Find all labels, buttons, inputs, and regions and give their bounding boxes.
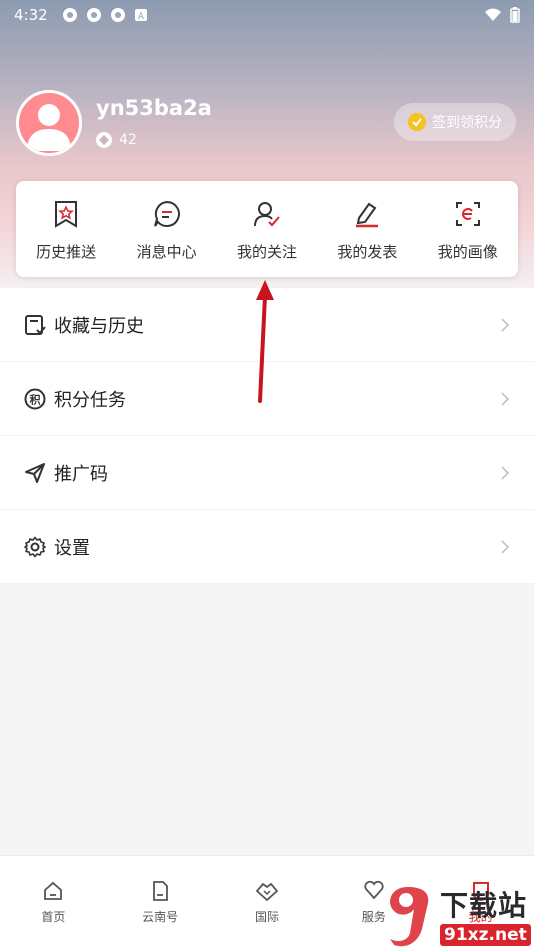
app-notification-icon [86, 8, 101, 22]
default-avatar-icon [27, 104, 71, 151]
nav-yunnan-hao[interactable]: 云南号 [120, 880, 200, 925]
keyboard-notification-icon: A [134, 9, 147, 22]
profile-scan-icon [454, 197, 482, 231]
menu-item-label: 积分任务 [54, 389, 126, 411]
menu-item-settings[interactable]: 设置 [0, 510, 534, 584]
signin-label: 签到领积分 [432, 115, 502, 131]
points-value: 42 [119, 132, 137, 148]
site-watermark: 下载站 91xz.net [380, 880, 534, 950]
gear-icon [24, 536, 46, 558]
nav-international[interactable]: 国际 [227, 880, 307, 925]
menu-item-label: 收藏与历史 [54, 315, 144, 337]
quick-action-message-center[interactable]: 消息中心 [121, 197, 213, 262]
app-notification-icon [62, 8, 77, 22]
menu-item-promo-code[interactable]: 推广码 [0, 436, 534, 510]
quick-actions-card: 历史推送 消息中心 我的关注 我的发表 我的画像 [16, 181, 518, 277]
bookmark-star-icon [53, 197, 79, 231]
quick-action-my-posts[interactable]: 我的发表 [321, 197, 413, 262]
quick-action-history-push[interactable]: 历史推送 [20, 197, 112, 262]
watermark-logo-text: 下载站 [440, 889, 528, 922]
nav-label: 国际 [254, 910, 279, 924]
watermark-text: 下载站 91xz.net [440, 884, 531, 946]
svg-text:A: A [138, 12, 145, 22]
quick-action-label: 我的关注 [236, 242, 297, 261]
status-bar: 4:32 A [0, 0, 534, 30]
nav-home[interactable]: 首页 [13, 880, 93, 925]
menu-item-label: 设置 [54, 537, 90, 559]
nav-label: 首页 [41, 910, 66, 924]
watermark-domain: 91xz.net [440, 924, 531, 946]
favorite-history-icon [24, 314, 46, 336]
chat-bubble-icon [153, 197, 181, 231]
app-notification-icon [110, 8, 125, 22]
send-icon [24, 462, 46, 484]
quick-action-label: 我的发表 [337, 242, 398, 261]
points-display: 42 [96, 132, 212, 148]
edit-pen-icon [353, 197, 381, 231]
handshake-icon [255, 880, 279, 902]
notification-icons: A [62, 7, 148, 23]
system-icons [484, 7, 520, 23]
menu-item-label: 推广码 [54, 463, 108, 485]
user-check-icon [253, 197, 281, 231]
chevron-right-icon [501, 465, 510, 480]
wifi-icon [485, 8, 501, 21]
signin-points-button[interactable]: 签到领积分 [394, 103, 516, 141]
svg-text:积: 积 [30, 392, 41, 406]
quick-action-my-profile-portrait[interactable]: 我的画像 [422, 197, 514, 262]
chevron-right-icon [501, 391, 510, 406]
home-icon [42, 880, 64, 902]
chevron-right-icon [501, 539, 510, 554]
annotation-arrow [256, 280, 274, 403]
watermark-logo [390, 887, 429, 947]
avatar[interactable] [16, 90, 82, 156]
chevron-right-icon [501, 317, 510, 332]
status-time: 4:32 [14, 6, 48, 24]
coin-check-icon [408, 113, 426, 131]
points-icon: 积 [24, 388, 46, 410]
points-diamond-icon [96, 132, 112, 148]
quick-action-label: 我的画像 [437, 242, 498, 261]
document-icon [149, 880, 171, 902]
quick-action-label: 历史推送 [36, 242, 97, 261]
nav-label: 云南号 [142, 910, 179, 924]
username: yn53ba2a [96, 96, 212, 120]
battery-icon [510, 7, 520, 23]
quick-action-my-follows[interactable]: 我的关注 [221, 197, 313, 262]
user-profile[interactable]: yn53ba2a 42 [16, 90, 212, 156]
quick-action-label: 消息中心 [136, 242, 197, 261]
